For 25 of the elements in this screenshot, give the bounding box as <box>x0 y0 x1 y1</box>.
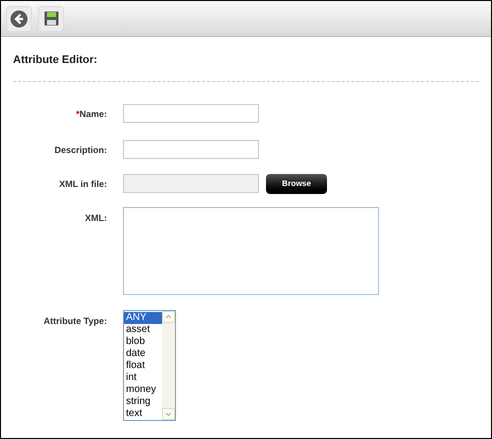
attribute-type-list[interactable]: ANY asset blob date float int money string text <box>123 310 176 420</box>
scroll-up-icon <box>162 310 175 322</box>
list-option[interactable]: string <box>124 396 162 408</box>
list-option[interactable]: text <box>124 408 162 420</box>
list-option[interactable]: ANY <box>124 312 162 324</box>
scrollbar[interactable] <box>162 310 175 420</box>
xml-text-area[interactable] <box>123 206 379 294</box>
list-option[interactable]: blob <box>124 336 162 348</box>
field-label: Description: <box>54 144 107 156</box>
field-label: Name: <box>79 108 107 120</box>
list-option[interactable]: date <box>124 348 162 360</box>
save-button[interactable] <box>38 6 64 32</box>
back-button[interactable] <box>6 6 32 32</box>
text-field[interactable] <box>123 104 259 122</box>
required-mark: * <box>76 108 80 120</box>
list-option[interactable]: float <box>124 360 162 372</box>
list-option[interactable]: int <box>124 372 162 384</box>
list-option[interactable]: money <box>124 384 162 396</box>
field-label: Attribute Type: <box>44 314 107 326</box>
field-label: XML in file: <box>59 178 107 190</box>
text-field[interactable] <box>123 140 259 158</box>
section-heading: Attribute Editor: <box>13 52 479 82</box>
scroll-down-icon <box>162 408 175 420</box>
list-option[interactable]: asset <box>124 324 162 336</box>
field-label: XML: <box>85 212 107 224</box>
